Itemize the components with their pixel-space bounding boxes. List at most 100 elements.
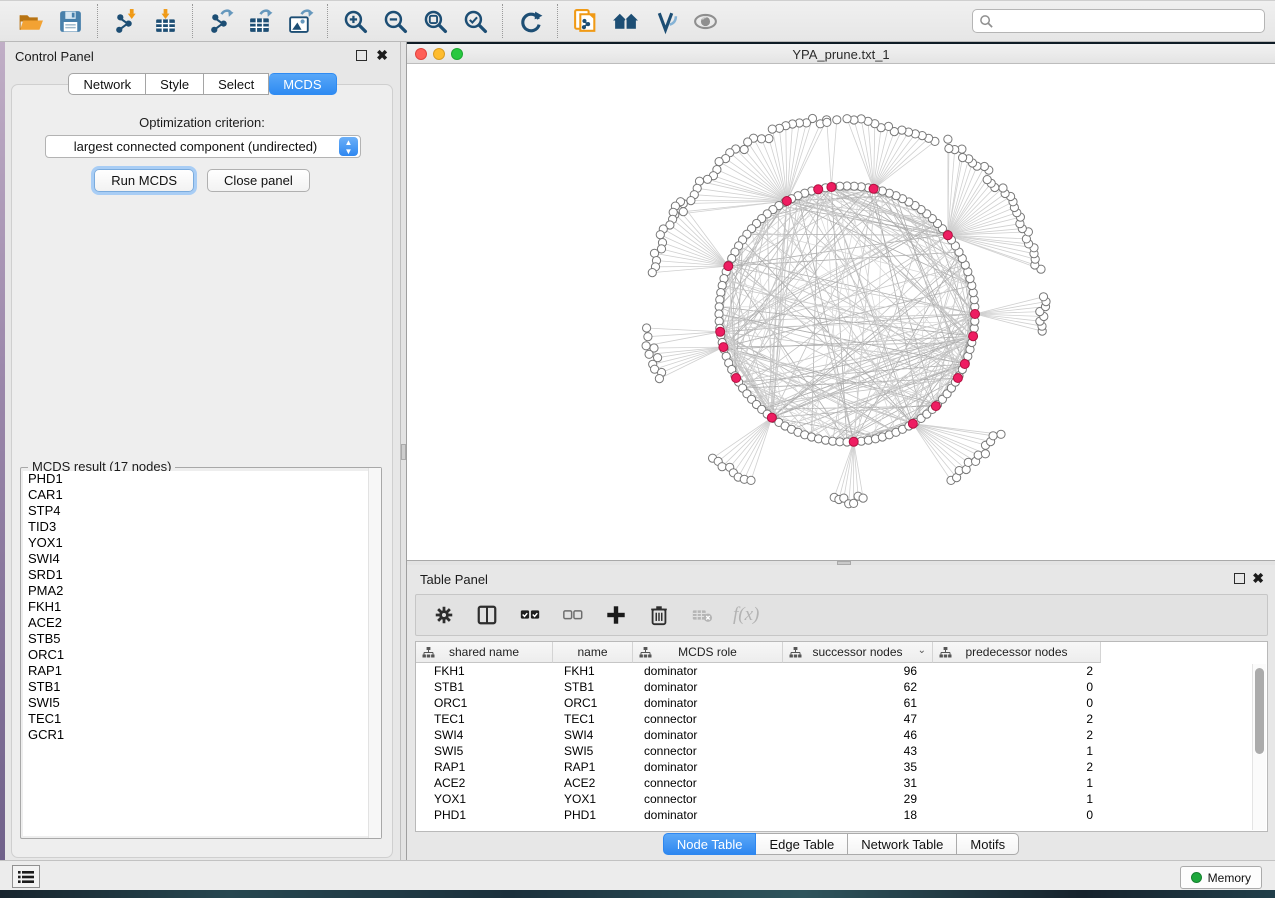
log-console-button[interactable] [12,865,40,888]
column-header[interactable]: predecessor nodes ⌄ [933,642,1101,663]
zoom-selected-button[interactable] [455,3,495,39]
mcds-result-list[interactable]: PHD1CAR1STP4TID3YOX1SWI4SRD1PMA2FKH1ACE2… [23,471,379,836]
column-header[interactable]: shared name ⌄ [416,642,553,663]
toggle-birdseye-button[interactable] [685,3,725,39]
cell-shared-name: ORC1 [416,695,553,711]
search-input[interactable] [994,11,1264,31]
table-body: FKH1 FKH1 dominator 96 2 STB1 STB1 domin… [416,663,1252,823]
float-window-icon[interactable] [356,50,367,61]
mcds-list-scrollbar[interactable] [368,468,381,838]
apply-layout-button[interactable] [510,3,550,39]
cell-mcds-role: connector [633,791,783,807]
open-session-button[interactable] [10,3,50,39]
cell-predecessor-nodes: 1 [933,775,1101,791]
deselect-all-columns-button[interactable] [561,603,585,627]
mcds-result-item[interactable]: SRD1 [23,567,379,583]
criterion-select[interactable]: largest connected component (undirected)… [45,135,361,158]
mcds-result-item[interactable]: YOX1 [23,535,379,551]
clone-network-button[interactable] [565,3,605,39]
tab-network[interactable]: Network [68,73,146,95]
hide-details-button[interactable] [645,3,685,39]
mcds-result-item[interactable]: SWI4 [23,551,379,567]
tab-select[interactable]: Select [204,73,269,95]
cell-shared-name: FKH1 [416,663,553,679]
add-column-button[interactable] [604,603,628,627]
function-builder-button[interactable]: f(x) [733,604,759,626]
mcds-result-item[interactable]: SWI5 [23,695,379,711]
tab-mcds[interactable]: MCDS [269,73,336,95]
column-header[interactable]: MCDS role ⌄ [633,642,783,663]
column-header[interactable]: name ⌄ [553,642,633,663]
desktop-wallpaper-bottom [0,890,1275,898]
cell-successor-nodes: 46 [783,727,933,743]
table-row[interactable]: YOX1 YOX1 connector 29 1 [416,791,1252,807]
mcds-result-item[interactable]: STB1 [23,679,379,695]
show-all-button[interactable] [605,3,645,39]
export-image-button[interactable] [280,3,320,39]
table-settings-button[interactable] [432,603,456,627]
search-icon [979,14,994,29]
tab-style[interactable]: Style [146,73,204,95]
table-scrollbar[interactable] [1252,664,1266,830]
mcds-result-item[interactable]: STP4 [23,503,379,519]
network-window-titlebar[interactable]: YPA_prune.txt_1 [407,44,1275,64]
table-row[interactable]: RAP1 RAP1 dominator 35 2 [416,759,1252,775]
run-mcds-button[interactable]: Run MCDS [94,169,194,192]
delete-table-button[interactable] [690,603,714,627]
table-row[interactable]: SWI5 SWI5 connector 43 1 [416,743,1252,759]
memory-button[interactable]: Memory [1180,866,1262,889]
list-icon [17,869,35,885]
splitter-handle[interactable] [401,444,406,460]
mcds-result-item[interactable]: TID3 [23,519,379,535]
select-all-columns-button[interactable] [518,603,542,627]
table-row[interactable]: PHD1 PHD1 dominator 18 0 [416,807,1252,823]
close-panel-button[interactable]: Close panel [207,169,310,192]
mcds-result-item[interactable]: PHD1 [23,471,379,487]
vertical-splitter[interactable] [400,42,407,860]
mcds-result-item[interactable]: TEC1 [23,711,379,727]
cell-name: TEC1 [553,711,633,727]
cell-predecessor-nodes: 0 [933,807,1101,823]
tab-edge-table[interactable]: Edge Table [756,833,848,855]
scrollbar-thumb[interactable] [1255,668,1264,754]
zoom-fit-icon [422,8,449,35]
toolbar-separator [192,4,193,38]
column-header[interactable]: successor nodes ⌄ [783,642,933,663]
close-panel-icon[interactable]: ✖ [1252,570,1264,586]
table-row[interactable]: ORC1 ORC1 dominator 61 0 [416,695,1252,711]
mcds-result-item[interactable]: ORC1 [23,647,379,663]
zoom-fit-button[interactable] [415,3,455,39]
column-layout-button[interactable] [475,603,499,627]
float-window-icon[interactable] [1234,573,1245,584]
mcds-result-item[interactable]: CAR1 [23,487,379,503]
mcds-result-item[interactable]: ACE2 [23,615,379,631]
export-network-button[interactable] [200,3,240,39]
table-row[interactable]: TEC1 TEC1 connector 47 2 [416,711,1252,727]
mcds-result-item[interactable]: STB5 [23,631,379,647]
close-panel-icon[interactable]: ✖ [376,47,388,63]
network-canvas[interactable] [407,64,1275,560]
import-table-button[interactable] [145,3,185,39]
control-panel-tabs: Network Style Select MCDS [5,73,400,95]
table-row[interactable]: ACE2 ACE2 connector 31 1 [416,775,1252,791]
export-table-button[interactable] [240,3,280,39]
mcds-result-item[interactable]: RAP1 [23,663,379,679]
tab-network-table[interactable]: Network Table [848,833,957,855]
table-row[interactable]: STB1 STB1 dominator 62 0 [416,679,1252,695]
mcds-result-item[interactable]: FKH1 [23,599,379,615]
column-type-icon [422,646,435,662]
zoom-in-button[interactable] [335,3,375,39]
column-type-icon [789,646,802,662]
tab-motifs[interactable]: Motifs [957,833,1019,855]
import-network-button[interactable] [105,3,145,39]
save-session-button[interactable] [50,3,90,39]
zoom-out-button[interactable] [375,3,415,39]
cell-mcds-role: dominator [633,807,783,823]
delete-column-button[interactable] [647,603,671,627]
table-row[interactable]: FKH1 FKH1 dominator 96 2 [416,663,1252,679]
table-row[interactable]: SWI4 SWI4 dominator 46 2 [416,727,1252,743]
mcds-result-item[interactable]: GCR1 [23,727,379,743]
tab-node-table[interactable]: Node Table [663,833,757,855]
mcds-result-item[interactable]: PMA2 [23,583,379,599]
cell-successor-nodes: 62 [783,679,933,695]
